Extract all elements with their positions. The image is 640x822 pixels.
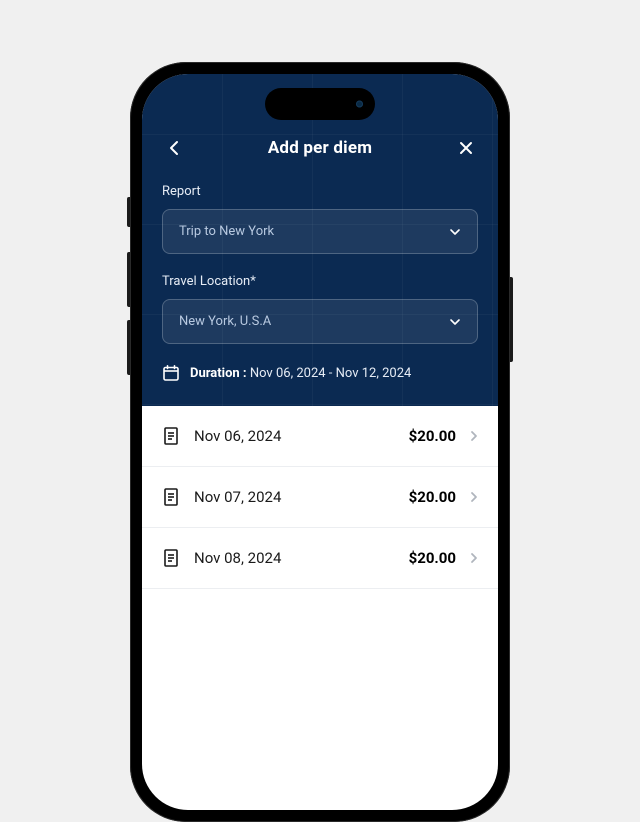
duration-row: Duration : Nov 06, 2024 - Nov 12, 2024 <box>162 364 478 382</box>
row-amount: $20.00 <box>409 488 456 506</box>
receipt-icon <box>162 548 180 568</box>
chevron-left-icon <box>169 140 179 156</box>
report-label: Report <box>162 184 478 199</box>
report-value: Trip to New York <box>179 224 274 239</box>
per-diem-row[interactable]: Nov 07, 2024 $20.00 <box>142 467 498 528</box>
row-amount: $20.00 <box>409 549 456 567</box>
report-select[interactable]: Trip to New York <box>162 209 478 254</box>
per-diem-row[interactable]: Nov 06, 2024 $20.00 <box>142 406 498 467</box>
duration-value: Nov 06, 2024 - Nov 12, 2024 <box>250 366 412 381</box>
chevron-right-icon <box>470 430 478 442</box>
location-value: New York, U.S.A <box>179 314 271 329</box>
dynamic-island <box>265 88 375 120</box>
chevron-right-icon <box>470 491 478 503</box>
receipt-icon <box>162 426 180 446</box>
per-diem-row[interactable]: Nov 08, 2024 $20.00 <box>142 528 498 589</box>
duration-label: Duration : <box>190 366 247 381</box>
calendar-icon <box>162 364 180 382</box>
phone-side-button <box>127 252 130 307</box>
chevron-down-icon <box>449 318 461 326</box>
phone-side-button <box>127 197 130 227</box>
receipt-icon <box>162 487 180 507</box>
per-diem-list: Nov 06, 2024 $20.00 Nov 07, 2024 $20.00 <box>142 406 498 589</box>
nav-bar: Add per diem <box>162 136 478 160</box>
location-select[interactable]: New York, U.S.A <box>162 299 478 344</box>
chevron-down-icon <box>449 228 461 236</box>
row-date: Nov 08, 2024 <box>194 549 395 567</box>
row-date: Nov 06, 2024 <box>194 427 395 445</box>
row-date: Nov 07, 2024 <box>194 488 395 506</box>
chevron-right-icon <box>470 552 478 564</box>
location-label: Travel Location* <box>162 274 478 289</box>
phone-screen: Add per diem Report Trip to New York Tra… <box>142 74 498 810</box>
phone-side-button <box>510 277 513 362</box>
form-header-area: Add per diem Report Trip to New York Tra… <box>142 74 498 406</box>
phone-frame: Add per diem Report Trip to New York Tra… <box>130 62 510 822</box>
close-button[interactable] <box>454 136 478 160</box>
row-amount: $20.00 <box>409 427 456 445</box>
phone-side-button <box>127 320 130 375</box>
page-title: Add per diem <box>268 138 372 158</box>
close-icon <box>459 141 473 155</box>
back-button[interactable] <box>162 136 186 160</box>
